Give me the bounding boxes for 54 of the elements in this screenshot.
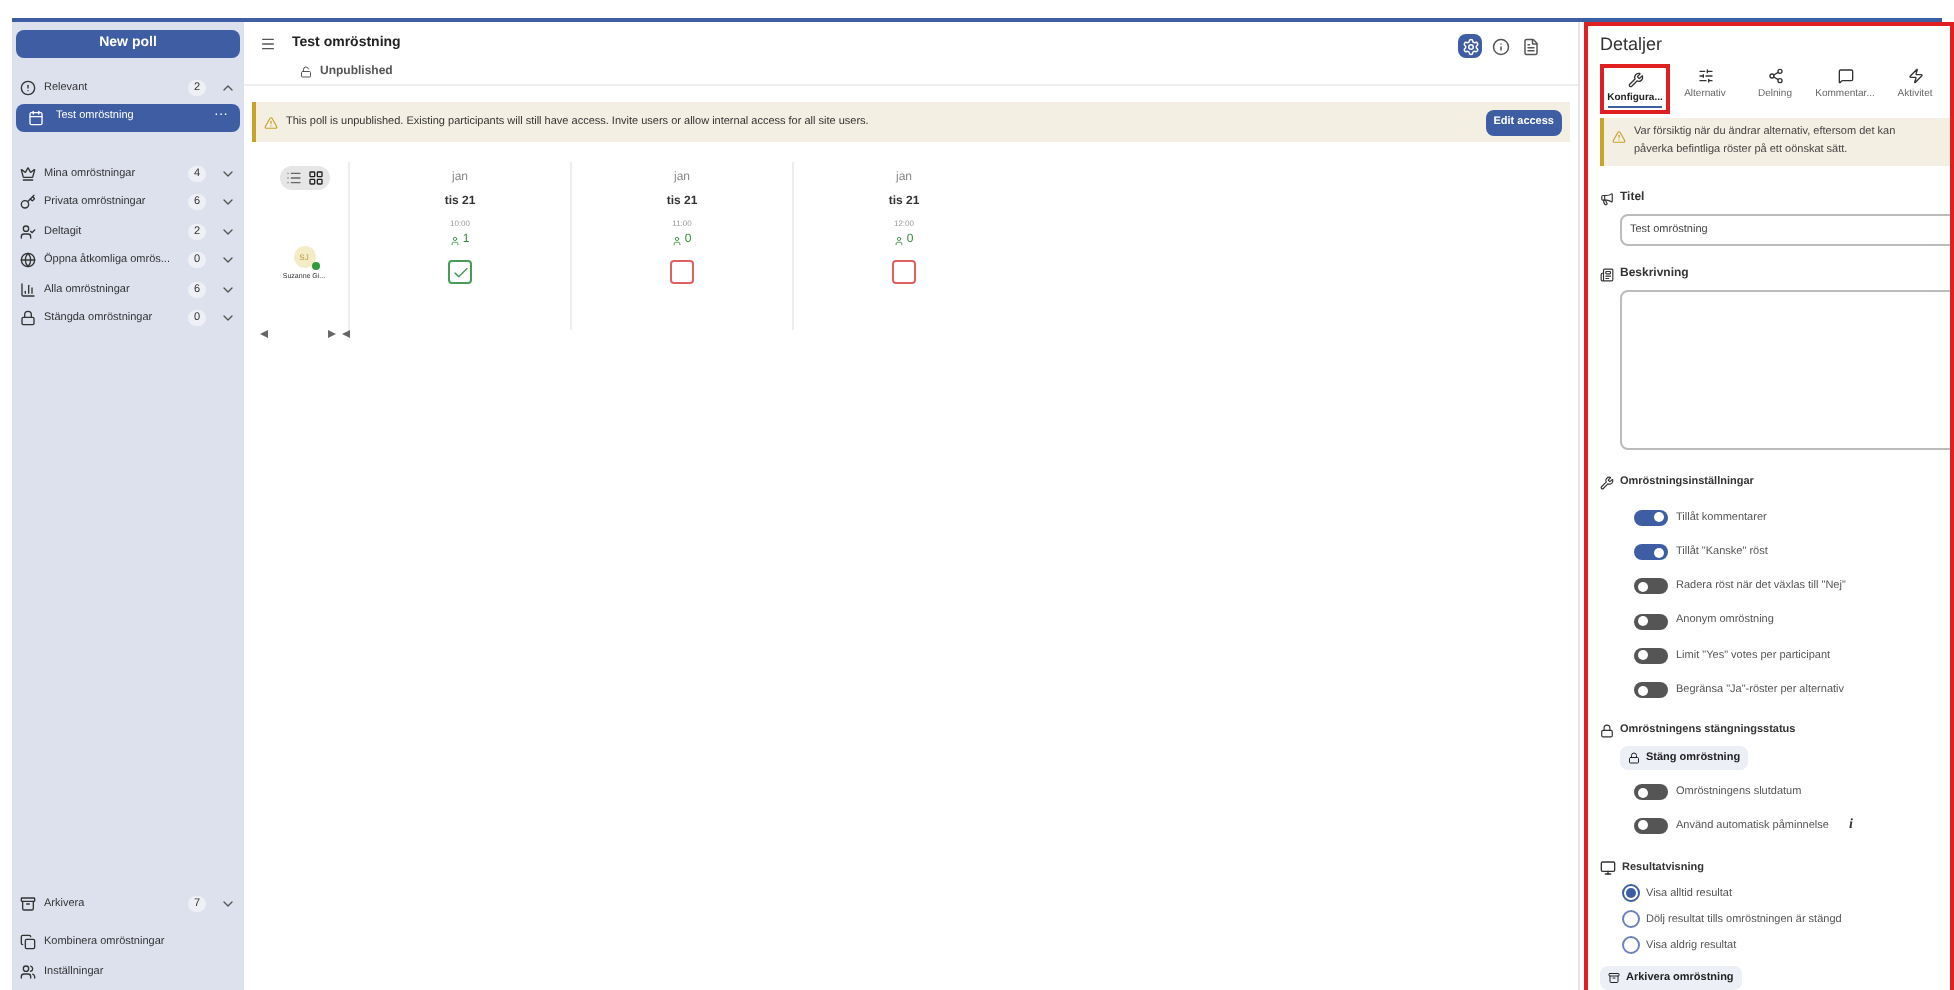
- warning-icon: [264, 115, 278, 129]
- lock-icon: [1600, 723, 1614, 738]
- comment-icon: [1837, 67, 1853, 83]
- radio-button[interactable]: [1622, 910, 1640, 929]
- globe-icon: [20, 252, 36, 269]
- newspaper-icon: [1600, 267, 1614, 282]
- lock-icon: [1628, 752, 1640, 765]
- toggle-switch[interactable]: [1634, 647, 1668, 664]
- toggle-switch[interactable]: [1634, 544, 1668, 561]
- vote-checkbox[interactable]: [670, 260, 694, 284]
- archive-icon: [1608, 972, 1620, 985]
- user-icon: [450, 236, 461, 246]
- archive-icon: [20, 895, 36, 912]
- user-icon: [20, 223, 36, 240]
- vote-checkbox[interactable]: [892, 260, 916, 284]
- radio-button[interactable]: [1622, 936, 1640, 955]
- exclamation-icon: [20, 80, 36, 97]
- crown-icon: [20, 165, 36, 182]
- warning-icon: [1612, 130, 1626, 144]
- bolt-icon: [1907, 67, 1923, 83]
- radio-button[interactable]: [1622, 884, 1640, 903]
- users-icon: [20, 963, 36, 980]
- stacked-squares-icon: [20, 934, 36, 951]
- toggle-switch[interactable]: [1634, 817, 1668, 834]
- wrench-icon: [1600, 476, 1614, 491]
- share-icon: [1767, 67, 1783, 83]
- key-icon: [20, 194, 36, 211]
- file-icon[interactable]: [1518, 34, 1542, 58]
- toggle-switch[interactable]: [1634, 613, 1668, 630]
- unlock-icon: [300, 66, 312, 78]
- settings-icon[interactable]: [1458, 34, 1482, 58]
- user-icon: [672, 236, 683, 246]
- toggle-switch[interactable]: [1634, 784, 1668, 801]
- sliders-icon: [1697, 67, 1713, 83]
- panel-title: Detaljer: [1600, 32, 1665, 58]
- toggle-switch[interactable]: [1634, 682, 1668, 699]
- list-icon[interactable]: [285, 170, 301, 186]
- info-icon[interactable]: [1488, 34, 1512, 58]
- user-icon: [894, 236, 905, 246]
- toggle-switch[interactable]: [1634, 509, 1668, 526]
- menu-icon[interactable]: [260, 36, 276, 53]
- scroll-left-icon[interactable]: [260, 330, 268, 338]
- check-icon: [451, 263, 469, 281]
- grid-icon[interactable]: [307, 170, 323, 186]
- toggle-switch[interactable]: [1634, 578, 1668, 595]
- vote-checkbox[interactable]: [448, 260, 472, 284]
- wrench-icon: [1627, 71, 1643, 87]
- bar-chart-icon: [20, 281, 36, 298]
- scroll-left-icon[interactable]: [342, 330, 350, 338]
- scroll-right-icon[interactable]: [328, 330, 336, 338]
- calendar-icon: [28, 109, 44, 125]
- monitor-icon: [1600, 860, 1616, 877]
- lock-icon: [20, 310, 36, 327]
- megaphone-icon: [1600, 192, 1614, 206]
